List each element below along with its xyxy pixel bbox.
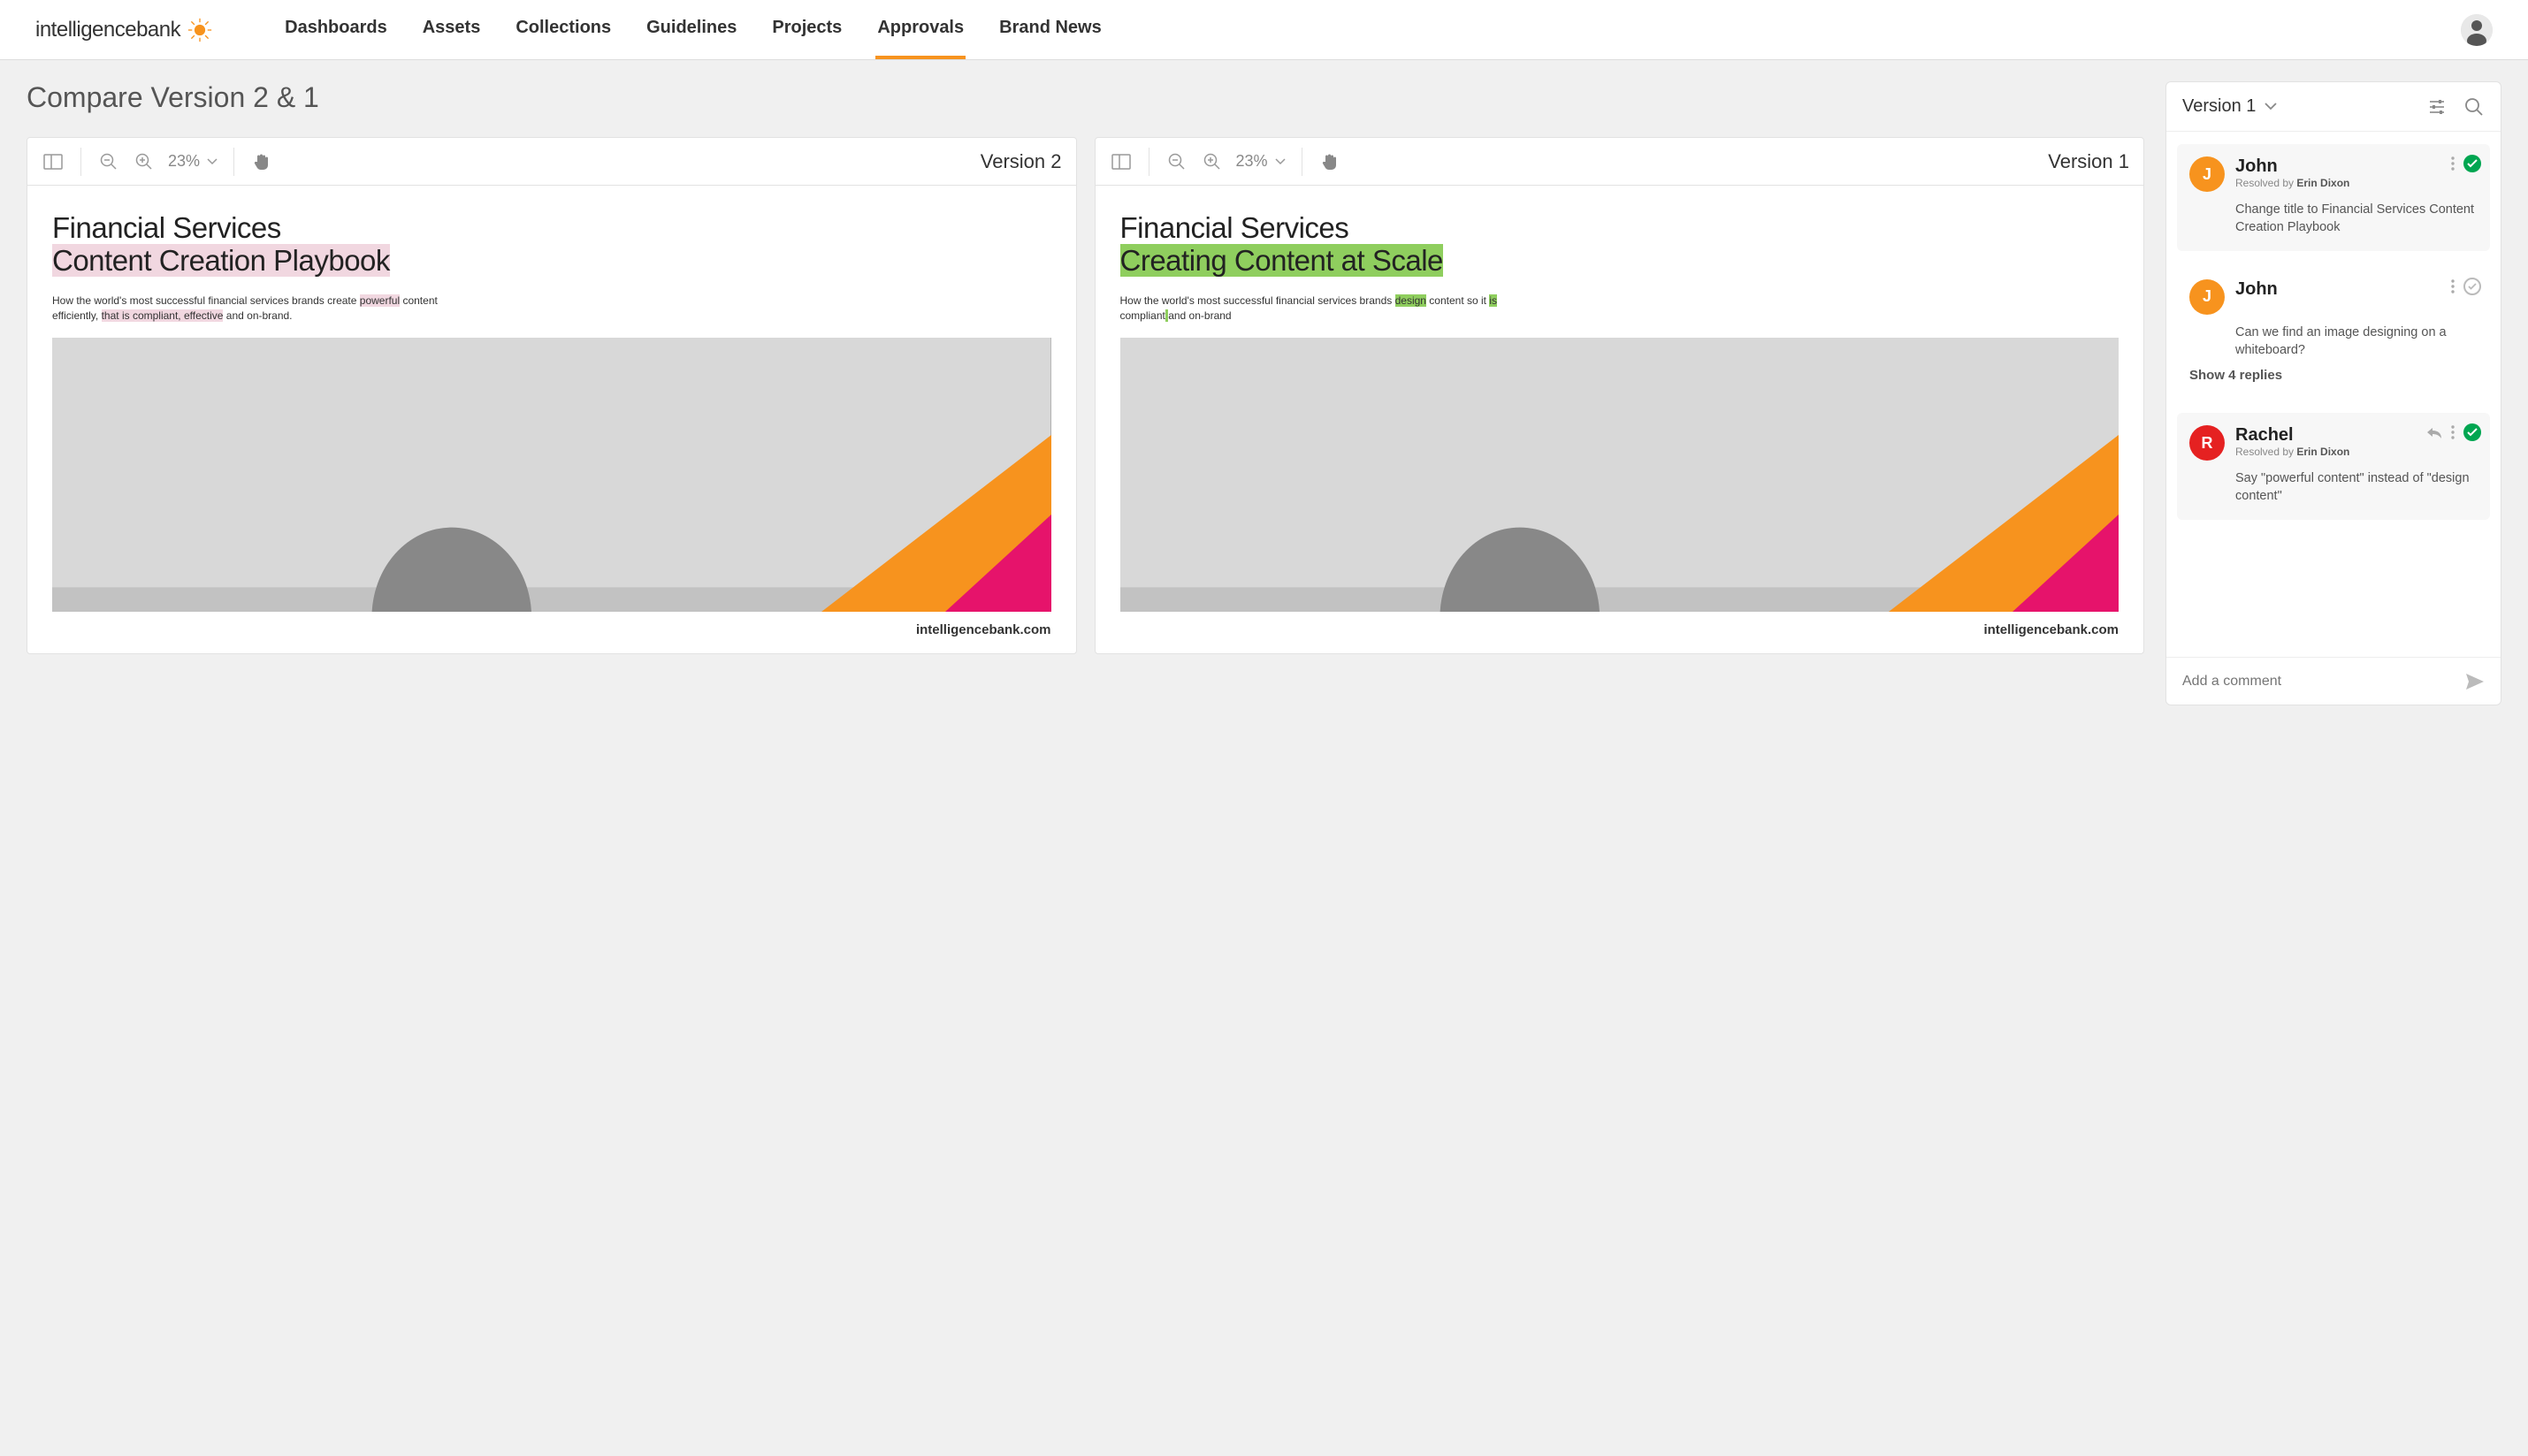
compare-area: Compare Version 2 & 1 23% <box>27 81 2144 654</box>
zoom-in-icon[interactable] <box>133 150 156 173</box>
document-preview-v1[interactable]: Financial Services Creating Content at S… <box>1096 186 2144 653</box>
nav-brand-news[interactable]: Brand News <box>997 0 1104 59</box>
comment-actions <box>2451 155 2481 172</box>
toolbar-separator <box>80 148 81 176</box>
commenter-name: John <box>2235 279 2278 300</box>
topbar: intelligencebank Dashboards Assets Colle… <box>0 0 2528 60</box>
unresolved-check-icon[interactable] <box>2463 278 2481 295</box>
doc-subtitle: How the world's most successful financia… <box>52 293 441 324</box>
resolved-check-icon[interactable] <box>2463 423 2481 441</box>
more-vertical-icon[interactable] <box>2451 279 2455 293</box>
brand-logo[interactable]: intelligencebank <box>35 18 212 42</box>
doc-title-line1: Financial Services <box>1120 211 1349 244</box>
layout-columns-icon[interactable] <box>1110 150 1133 173</box>
reply-icon[interactable] <box>2426 426 2442 438</box>
show-replies-link[interactable]: Show 4 replies <box>2189 368 2478 383</box>
comment-actions <box>2451 278 2481 295</box>
user-avatar[interactable] <box>2461 14 2493 46</box>
version-selector-label: Version 1 <box>2182 96 2256 117</box>
doc-title-line1: Financial Services <box>52 211 281 244</box>
comment-meta: John Resolved by Erin Dixon <box>2235 156 2349 189</box>
search-icon[interactable] <box>2463 96 2485 118</box>
comment-meta: Rachel Resolved by Erin Dixon <box>2235 425 2349 458</box>
doc-title: Financial Services Creating Content at S… <box>1120 212 2119 278</box>
doc-title-line2: Creating Content at Scale <box>1120 244 1443 277</box>
more-vertical-icon[interactable] <box>2451 425 2455 439</box>
nav-dashboards[interactable]: Dashboards <box>283 0 389 59</box>
panel-version-label: Version 2 <box>981 150 1062 173</box>
panel-toolbar-right: 23% Version 1 <box>1096 138 2144 186</box>
commenter-name: Rachel <box>2235 425 2349 446</box>
commenter-avatar: J <box>2189 279 2225 315</box>
zoom-out-icon[interactable] <box>97 150 120 173</box>
workspace: Compare Version 2 & 1 23% <box>0 60 2528 732</box>
sidebar-header: Version 1 <box>2166 82 2501 132</box>
sun-icon <box>187 18 212 42</box>
comment-item[interactable]: J John Resolved by Erin Dixon Change tit… <box>2177 144 2490 251</box>
comment-header: J John Resolved by Erin Dixon <box>2189 156 2478 192</box>
panel-version-1: 23% Version 1 Financial Services Creatin… <box>1095 137 2145 654</box>
zoom-level-dropdown[interactable]: 23% <box>168 152 218 171</box>
hand-icon[interactable] <box>250 150 273 173</box>
nav-collections[interactable]: Collections <box>514 0 613 59</box>
zoom-percent: 23% <box>1236 152 1268 171</box>
sliders-icon[interactable] <box>2426 96 2448 118</box>
brand-name: intelligencebank <box>35 18 180 42</box>
doc-subtitle: How the world's most successful financia… <box>1120 293 1509 324</box>
chevron-down-icon <box>1275 158 1286 165</box>
version-selector[interactable]: Version 1 <box>2182 96 2277 117</box>
zoom-level-dropdown[interactable]: 23% <box>1236 152 1286 171</box>
hand-icon[interactable] <box>1318 150 1341 173</box>
chevron-down-icon <box>2265 103 2277 111</box>
doc-footer: intelligencebank.com <box>1120 612 2119 637</box>
zoom-percent: 23% <box>168 152 200 171</box>
comments-list: J John Resolved by Erin Dixon Change tit… <box>2166 132 2501 657</box>
comments-sidebar: Version 1 J John Resolved by Erin Dixon <box>2165 81 2501 705</box>
comment-item[interactable]: J John Can we find an image designing on… <box>2177 267 2490 398</box>
panel-version-label: Version 1 <box>2048 150 2129 173</box>
comment-footer <box>2166 657 2501 705</box>
commenter-avatar: R <box>2189 425 2225 461</box>
nav-projects[interactable]: Projects <box>770 0 844 59</box>
nav-assets[interactable]: Assets <box>421 0 483 59</box>
comment-actions <box>2426 423 2481 441</box>
page-title: Compare Version 2 & 1 <box>27 81 2144 114</box>
comment-item[interactable]: R Rachel Resolved by Erin Dixon Say "pow… <box>2177 413 2490 520</box>
more-vertical-icon[interactable] <box>2451 156 2455 171</box>
sidebar-header-actions <box>2426 96 2485 118</box>
comment-text: Change title to Financial Services Conte… <box>2235 201 2478 237</box>
doc-title-line2: Content Creation Playbook <box>52 244 390 277</box>
main-nav: Dashboards Assets Collections Guidelines… <box>283 0 2461 59</box>
doc-title: Financial Services Content Creation Play… <box>52 212 1051 278</box>
pink-triangle <box>2012 515 2119 612</box>
commenter-name: John <box>2235 156 2349 177</box>
document-preview-v2[interactable]: Financial Services Content Creation Play… <box>27 186 1076 653</box>
toolbar-separator <box>233 148 234 176</box>
nav-approvals[interactable]: Approvals <box>875 0 966 59</box>
resolved-by: Resolved by Erin Dixon <box>2235 446 2349 458</box>
comment-header: J John <box>2189 279 2478 315</box>
nav-guidelines[interactable]: Guidelines <box>645 0 738 59</box>
panel-toolbar-left: 23% Version 2 <box>27 138 1076 186</box>
pink-triangle <box>945 515 1051 612</box>
resolved-check-icon[interactable] <box>2463 155 2481 172</box>
comment-input[interactable] <box>2182 674 2465 690</box>
zoom-in-icon[interactable] <box>1201 150 1224 173</box>
comment-text: Say "powerful content" instead of "desig… <box>2235 469 2478 506</box>
doc-hero-image <box>52 338 1051 612</box>
zoom-out-icon[interactable] <box>1165 150 1188 173</box>
compare-panels: 23% Version 2 Financial Services Content… <box>27 137 2144 654</box>
doc-footer: intelligencebank.com <box>52 612 1051 637</box>
send-icon[interactable] <box>2465 673 2485 690</box>
comment-meta: John <box>2235 279 2278 300</box>
panel-version-2: 23% Version 2 Financial Services Content… <box>27 137 1077 654</box>
doc-hero-image <box>1120 338 2119 612</box>
chevron-down-icon <box>207 158 218 165</box>
commenter-avatar: J <box>2189 156 2225 192</box>
resolved-by: Resolved by Erin Dixon <box>2235 177 2349 189</box>
layout-columns-icon[interactable] <box>42 150 65 173</box>
comment-text: Can we find an image designing on a whit… <box>2235 324 2478 360</box>
